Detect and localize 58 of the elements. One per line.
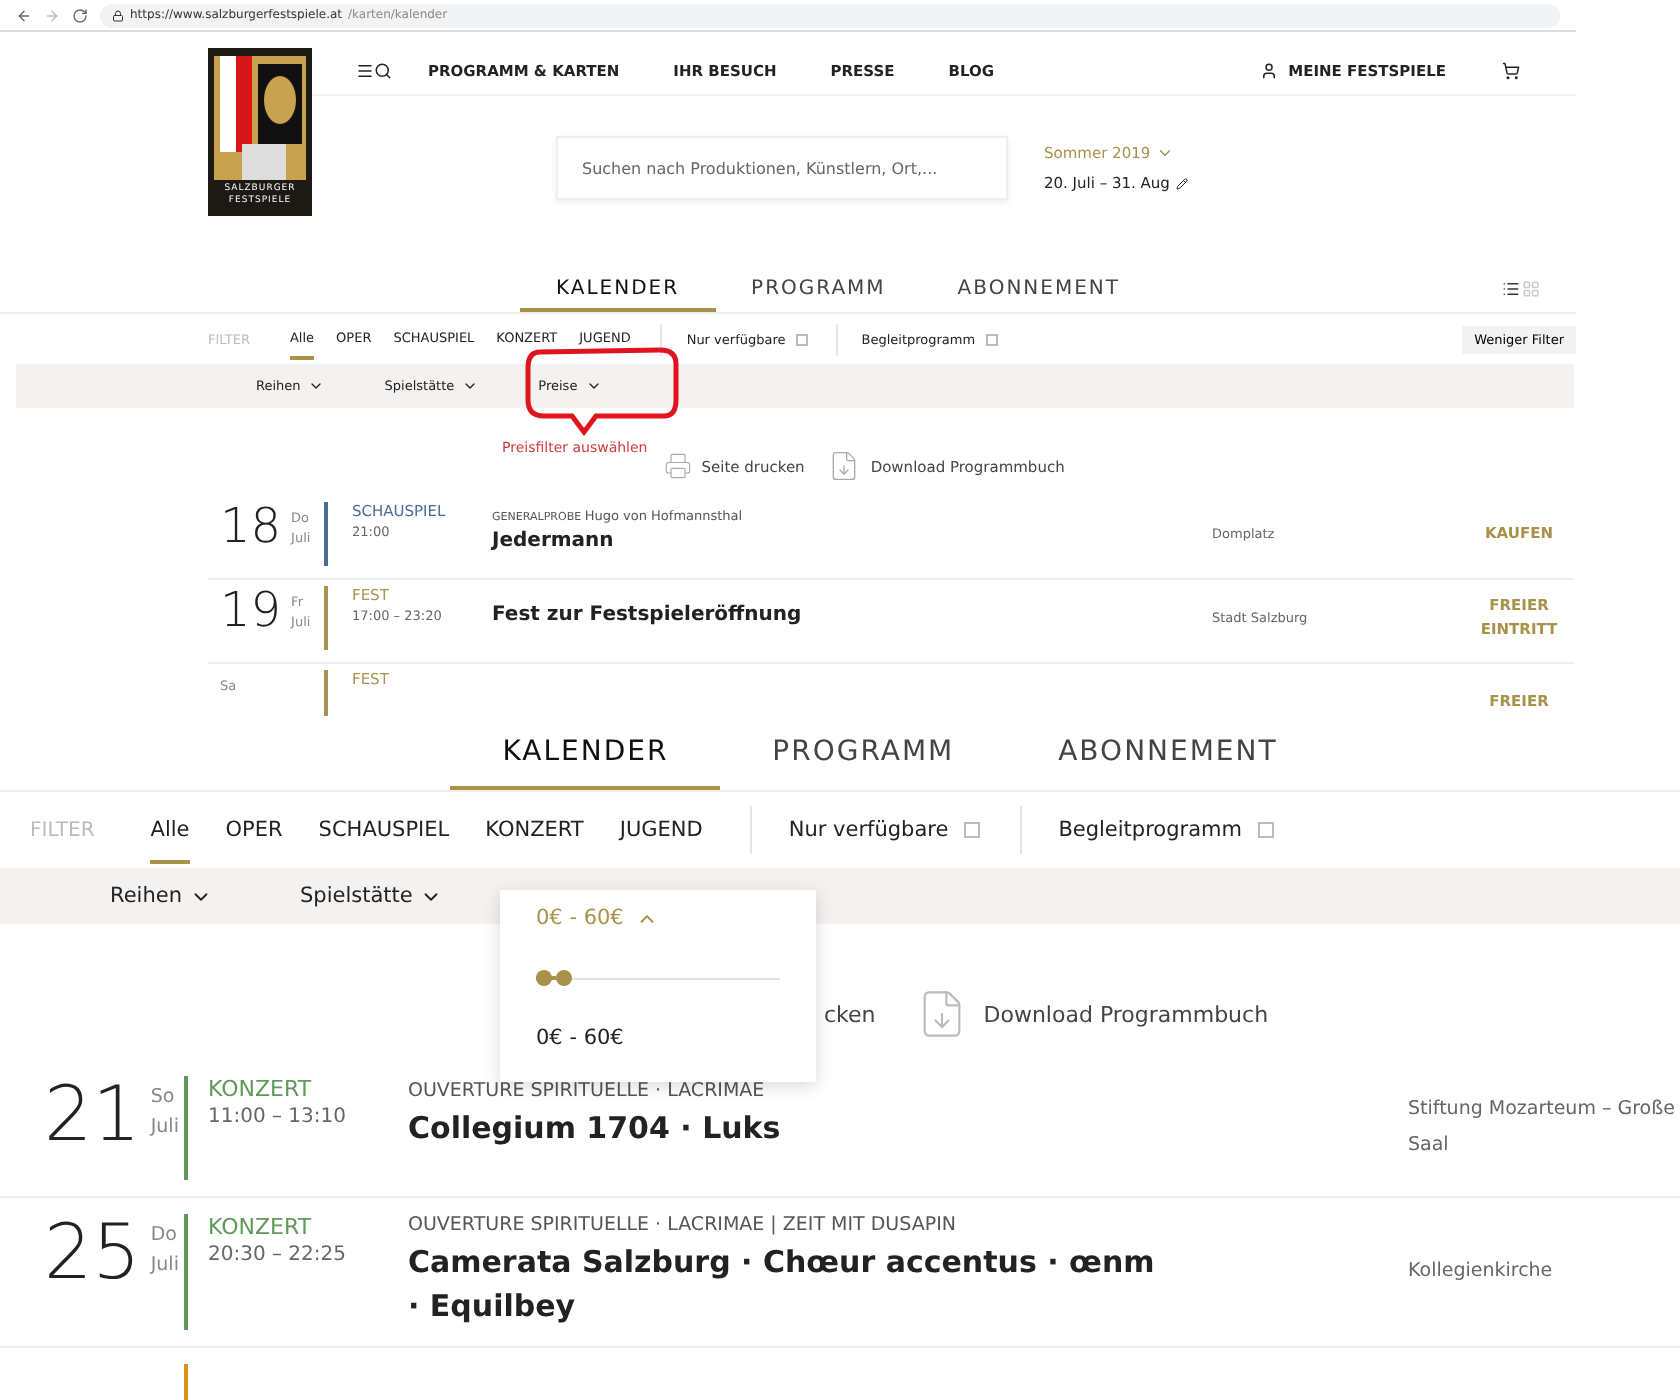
event-title[interactable]: Fest zur Festspieleröffnung xyxy=(492,601,1212,631)
back-icon[interactable] xyxy=(16,7,32,23)
caret-icon xyxy=(585,378,602,394)
reload-icon[interactable] xyxy=(72,7,88,23)
category-filter[interactable]: OPER xyxy=(225,797,283,863)
view-tab[interactable]: ABONNEMENT xyxy=(921,272,1157,312)
category-filter[interactable]: SCHAUSPIEL xyxy=(318,797,450,863)
category-filter[interactable]: JUGEND xyxy=(619,797,703,863)
caret-icon xyxy=(462,378,479,394)
category-filter[interactable]: KONZERT xyxy=(485,797,584,863)
checkbox[interactable] xyxy=(795,333,808,345)
event-venue: Kollegienkirche xyxy=(1408,1257,1555,1286)
event-category: KONZERT xyxy=(208,1214,314,1240)
event-day: 19 xyxy=(220,586,282,634)
view-tab[interactable]: KALENDER xyxy=(519,272,716,312)
download-link[interactable]: Download Programmbuch xyxy=(915,988,1269,1040)
view-tab[interactable]: PROGRAMM xyxy=(720,716,1007,790)
menu-search-icon[interactable] xyxy=(356,62,392,80)
view-tab[interactable]: KALENDER xyxy=(450,716,721,790)
event-day: 25 xyxy=(44,1214,141,1290)
event-venue: Stiftung Mozarteum – Große Saal xyxy=(1408,1095,1676,1160)
event-category: KONZERT xyxy=(208,1076,314,1102)
filter-dropdown[interactable]: Spielstätte xyxy=(299,884,531,908)
event-title[interactable]: Jedermann xyxy=(492,527,1212,557)
printer-icon xyxy=(663,452,692,480)
cart-icon[interactable] xyxy=(1502,62,1520,80)
print-link[interactable]: cken xyxy=(824,1001,876,1027)
checkbox[interactable] xyxy=(964,822,981,838)
user-icon xyxy=(1260,62,1279,80)
event-subtitle: OUVERTURE SPIRITUELLE · LACRIMAE xyxy=(408,1080,767,1103)
document-download-icon xyxy=(828,450,861,482)
event-time: 20:30 – 22:25 xyxy=(208,1244,348,1266)
event-time: 11:00 – 13:10 xyxy=(208,1106,348,1128)
view-tab[interactable]: ABONNEMENT xyxy=(1006,716,1330,790)
event-weekday: Do xyxy=(150,1222,179,1250)
event-title[interactable]: Camerata Salzburg · Chœur accentus · œnm · Equilbey xyxy=(408,1242,1168,1329)
event-weekday: So xyxy=(150,1084,177,1112)
price-range: 0€ - 60€ xyxy=(536,1026,626,1050)
filter-dropdown[interactable]: Reihen xyxy=(110,884,300,908)
view-toggle-icon[interactable] xyxy=(1502,280,1540,298)
event-day: 18 xyxy=(220,502,282,550)
search-field[interactable]: Suchen nach Produktionen, Künstlern, Ort,... xyxy=(556,136,1008,200)
filter-label: FILTER xyxy=(30,819,95,841)
checkbox[interactable] xyxy=(985,333,998,345)
event-month: Juli xyxy=(150,1252,179,1281)
pencil-icon[interactable] xyxy=(1175,177,1188,189)
checkbox[interactable] xyxy=(1257,822,1274,838)
category-filter[interactable]: Alle xyxy=(150,797,190,863)
checkbox-label: Begleitprogramm xyxy=(1058,818,1242,842)
lock-icon xyxy=(112,9,124,21)
view-tab[interactable]: PROGRAMM xyxy=(715,272,922,312)
event-month: Juli xyxy=(150,1114,179,1143)
event-day: 21 xyxy=(44,1076,141,1152)
event-title[interactable]: Collegium 1704 · Luks xyxy=(408,1108,1168,1152)
checkbox-label: Nur verfügbare xyxy=(788,818,949,842)
event-subtitle: OUVERTURE SPIRITUELLE · LACRIMAE | ZEIT MIT DUSAPIN xyxy=(408,1214,958,1236)
caret-icon xyxy=(1156,144,1175,162)
caret-icon xyxy=(308,378,325,394)
